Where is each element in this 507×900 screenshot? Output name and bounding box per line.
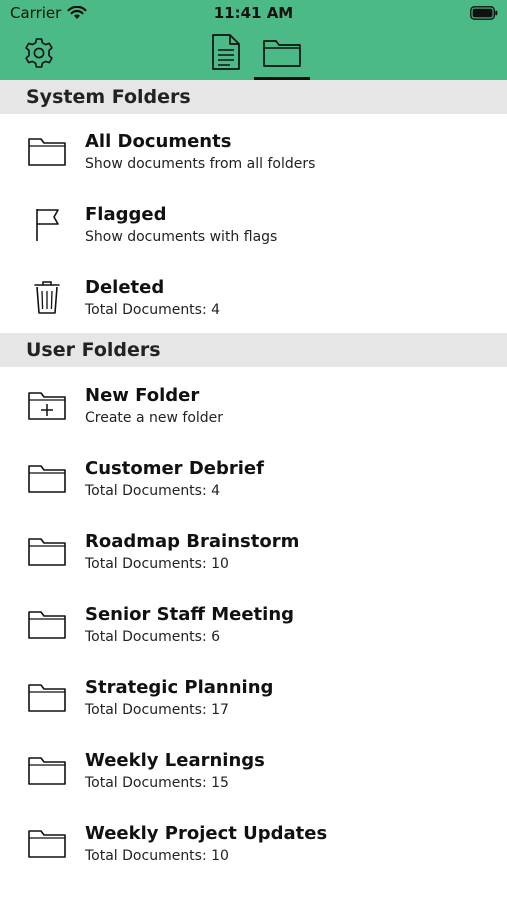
folder-icon [28,137,66,166]
flag-icon [36,208,59,241]
row-title: New Folder [85,385,200,406]
settings-button[interactable] [22,36,56,70]
row-subtitle: Total Documents: 4 [85,302,221,318]
folder-row-weekly-learnings[interactable]: Weekly Learnings Total Documents: 15 [0,733,507,806]
row-subtitle: Total Documents: 10 [85,848,229,864]
row-title: Weekly Project Updates [85,823,328,844]
row-subtitle: Total Documents: 15 [85,775,229,791]
row-subtitle: Total Documents: 10 [85,556,229,572]
tab-folders[interactable] [254,32,310,80]
user-folders-header: User Folders [0,333,507,367]
system-folders-header: System Folders [0,80,507,114]
folder-row-strategic-planning[interactable]: Strategic Planning Total Documents: 17 [0,660,507,733]
row-subtitle: Show documents with flags [85,229,278,245]
row-title: All Documents [85,131,232,152]
row-subtitle: Total Documents: 17 [85,702,229,718]
row-title: Deleted [85,277,165,298]
row-subtitle: Total Documents: 6 [85,629,221,645]
top-bar: Carrier 11:41 AM [0,0,507,80]
row-title: Customer Debrief [85,458,264,479]
row-subtitle: Create a new folder [85,410,224,426]
trash-icon [34,280,60,314]
folder-row-customer-debrief[interactable]: Customer Debrief Total Documents: 4 [0,441,507,514]
row-title: Strategic Planning [85,677,274,698]
folder-plus-icon [28,391,66,420]
folder-icon [28,829,66,858]
folder-icon [28,756,66,785]
folder-row-roadmap-brainstorm[interactable]: Roadmap Brainstorm Total Documents: 10 [0,514,507,587]
gear-icon [25,38,53,68]
folder-row-senior-staff-meeting[interactable]: Senior Staff Meeting Total Documents: 6 [0,587,507,660]
folder-icon [263,40,301,67]
folder-row-flagged[interactable]: Flagged Show documents with flags [0,187,507,260]
folder-row-weekly-project-updates[interactable]: Weekly Project Updates Total Documents: … [0,806,507,879]
row-title: Weekly Learnings [85,750,265,771]
folder-row-all-documents[interactable]: All Documents Show documents from all fo… [0,114,507,187]
battery-icon [470,6,498,20]
row-subtitle: Total Documents: 4 [85,483,221,499]
row-title: Roadmap Brainstorm [85,531,300,552]
folder-row-new-folder[interactable]: New Folder Create a new folder [0,368,507,441]
row-title: Senior Staff Meeting [85,604,295,625]
status-time: 11:41 AM [213,4,294,22]
folder-icon [28,537,66,566]
tab-documents[interactable] [210,33,242,71]
folder-icon [28,610,66,639]
folder-icon [28,464,66,493]
row-title: Flagged [85,204,167,225]
folder-row-deleted[interactable]: Deleted Total Documents: 4 [0,260,507,333]
document-icon [212,34,240,70]
row-subtitle: Show documents from all folders [85,156,316,172]
folder-icon [28,683,66,712]
